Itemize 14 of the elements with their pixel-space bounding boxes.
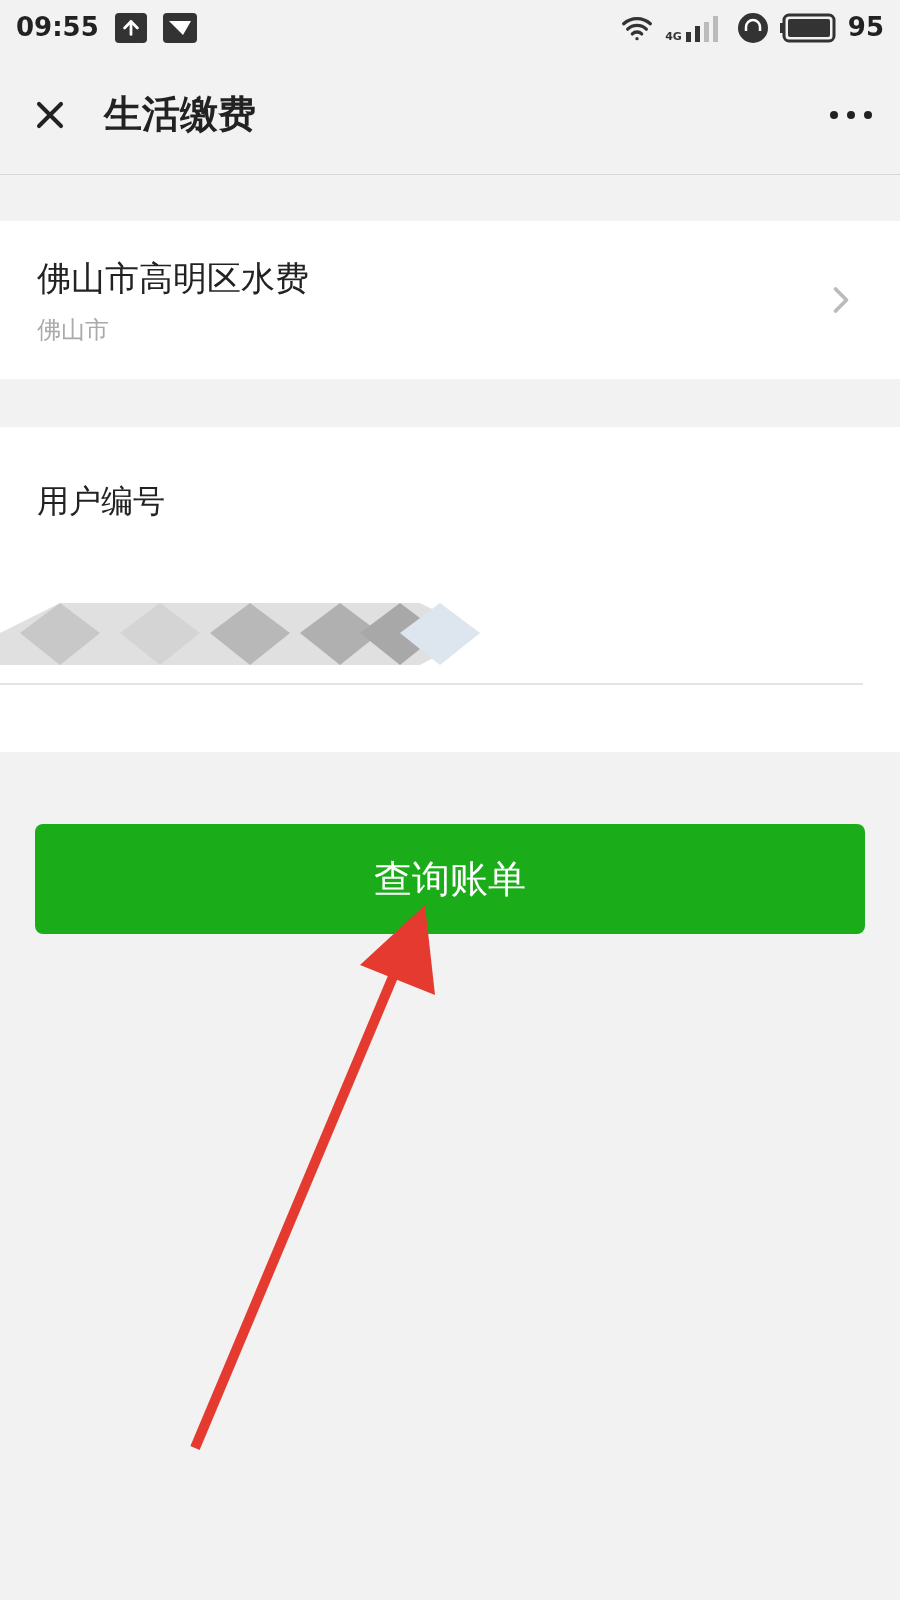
battery-percent: 95 [847, 11, 884, 44]
image-icon [162, 12, 197, 43]
account-label: 用户编号 [37, 481, 166, 522]
status-time: 09:55 [16, 11, 99, 44]
page-title: 生活缴费 [104, 91, 256, 138]
upload-icon [114, 12, 147, 43]
biller-city: 佛山市 [37, 314, 110, 346]
network-type: 4G [665, 30, 682, 42]
battery-icon [779, 12, 836, 43]
biller-row[interactable]: 佛山市高明区水费 佛山市 [0, 221, 900, 379]
more-icon [830, 110, 872, 119]
biller-name: 佛山市高明区水费 [37, 256, 309, 300]
headset-icon [737, 12, 768, 43]
more-button[interactable] [830, 110, 872, 119]
